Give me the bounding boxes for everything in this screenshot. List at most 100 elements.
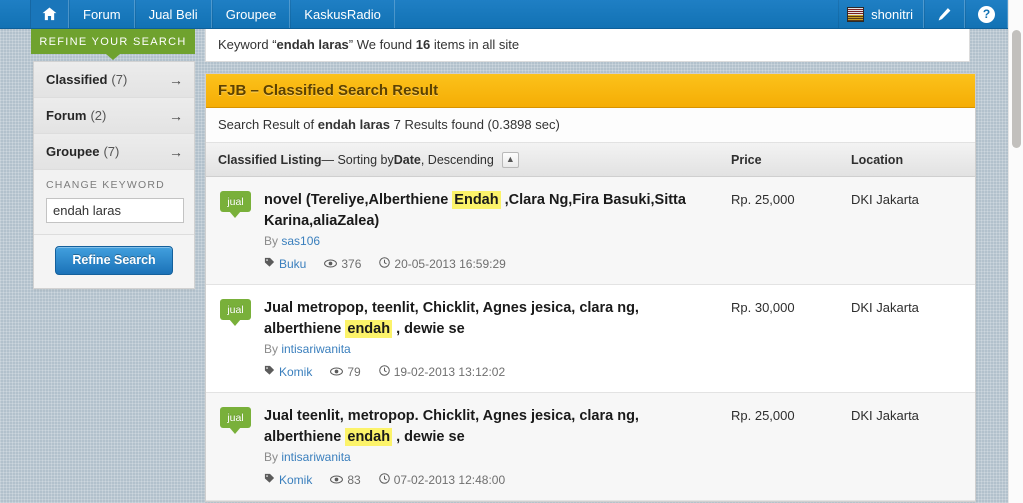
listing-meta: Buku 376 20-05-2013 16:59:29 bbox=[264, 257, 719, 271]
sidebar-item-count: (7) bbox=[103, 144, 120, 159]
keyword-suffix: items in all site bbox=[430, 37, 520, 52]
page-body: REFINE YOUR SEARCH Classified (7) → Foru… bbox=[0, 29, 1008, 503]
nav-item-label: Groupee bbox=[225, 6, 277, 22]
tag-icon bbox=[264, 365, 275, 379]
summary-prefix: Search Result of bbox=[218, 117, 318, 132]
nav-item-jual-beli[interactable]: Jual Beli bbox=[134, 0, 212, 28]
jual-badge: jual bbox=[220, 299, 251, 327]
views-count: 79 bbox=[347, 365, 361, 380]
tag-link[interactable]: Komik bbox=[279, 365, 312, 379]
clock-icon bbox=[378, 365, 390, 379]
eye-icon bbox=[330, 365, 344, 379]
nav-item-label: KaskusRadio bbox=[304, 6, 381, 22]
listing-title[interactable]: Jual teenlit, metropop. Chicklit, Agnes … bbox=[264, 406, 719, 448]
nav-item-forum[interactable]: Forum bbox=[69, 0, 135, 28]
listing-row[interactable]: jual Jual metropop, teenlit, Chicklit, A… bbox=[206, 285, 975, 394]
pencil-icon bbox=[937, 7, 952, 22]
user-menu[interactable]: shonitri bbox=[838, 0, 924, 28]
listing-title[interactable]: Jual metropop, teenlit, Chicklit, Agnes … bbox=[264, 298, 719, 340]
sidebar-item-forum[interactable]: Forum (2) → bbox=[34, 98, 194, 134]
views-count: 376 bbox=[341, 257, 362, 272]
change-keyword-label: CHANGE KEYWORD bbox=[46, 179, 165, 191]
sidebar-item-groupee[interactable]: Groupee (7) → bbox=[34, 134, 194, 170]
listing-meta: Komik 79 19-02-2013 13:12:02 bbox=[264, 365, 719, 379]
sidebar: REFINE YOUR SEARCH Classified (7) → Foru… bbox=[31, 29, 195, 289]
keyword-prefix: Keyword “ bbox=[218, 37, 277, 52]
sidebar-item-count: (2) bbox=[90, 108, 107, 123]
author-link[interactable]: sas106 bbox=[281, 234, 320, 248]
refine-header-label: REFINE YOUR SEARCH bbox=[39, 35, 187, 48]
title-highlight: Endah bbox=[452, 191, 501, 209]
listing-date: 07-02-2013 12:48:00 bbox=[393, 473, 506, 488]
views-count: 83 bbox=[347, 473, 361, 488]
nav-item-groupee[interactable]: Groupee bbox=[211, 0, 291, 28]
clock-icon bbox=[379, 257, 391, 271]
listing-meta: Komik 83 07-02-2013 12:48:00 bbox=[264, 473, 719, 487]
result-summary: Search Result of endah laras 7 Results f… bbox=[206, 108, 975, 143]
badge-cell: jual bbox=[206, 298, 264, 379]
nav-item-label: Forum bbox=[83, 6, 121, 22]
arrow-right-icon: → bbox=[169, 143, 183, 160]
sidebar-item-classified[interactable]: Classified (7) → bbox=[34, 62, 194, 98]
badge-cell: jual bbox=[206, 406, 264, 487]
main-content: Keyword “endah laras” We found 16 items … bbox=[205, 29, 976, 503]
eye-icon bbox=[330, 473, 344, 487]
listing-price: Rp. 25,000 bbox=[731, 192, 795, 207]
sorting-text: — Sorting by bbox=[321, 152, 394, 167]
listing-column-header: Classified Listing — Sorting by Date, De… bbox=[206, 143, 975, 177]
title-part-2: , dewie se bbox=[392, 321, 465, 338]
compose-button[interactable] bbox=[924, 0, 965, 28]
navbar-right-group: shonitri ? bbox=[838, 0, 1008, 28]
sidebar-item-count: (7) bbox=[111, 72, 128, 87]
keyword-input[interactable] bbox=[46, 198, 184, 223]
nav-item-kaskusradio[interactable]: KaskusRadio bbox=[290, 0, 395, 28]
tag-link[interactable]: Buku bbox=[279, 257, 306, 271]
listing-location: DKI Jakarta bbox=[851, 300, 919, 316]
arrow-right-icon: → bbox=[169, 107, 183, 124]
chevron-up-icon[interactable]: ▲ bbox=[501, 151, 519, 168]
listing-row[interactable]: jual Jual teenlit, metropop. Chicklit, A… bbox=[206, 393, 975, 502]
listing-author-line: By intisariwanita bbox=[264, 342, 719, 356]
jual-badge: jual bbox=[220, 191, 251, 218]
tag-link[interactable]: Komik bbox=[279, 473, 312, 487]
listing-title[interactable]: novel (Tereliye,Alberthiene Endah ,Clara… bbox=[264, 190, 719, 232]
listing-info: novel (Tereliye,Alberthiene Endah ,Clara… bbox=[264, 190, 731, 271]
listing-author-line: By sas106 bbox=[264, 234, 719, 248]
nav-item-label: Jual Beli bbox=[148, 6, 198, 22]
summary-suffix: 7 Results found (0.3898 sec) bbox=[389, 117, 560, 132]
scrollbar-thumb[interactable] bbox=[1012, 30, 1021, 148]
refine-your-search-header[interactable]: REFINE YOUR SEARCH bbox=[31, 29, 195, 60]
help-button[interactable]: ? bbox=[965, 0, 1008, 28]
refine-button-container: Refine Search bbox=[34, 235, 194, 288]
keyword-summary-bar: Keyword “endah laras” We found 16 items … bbox=[205, 29, 970, 62]
column-header-price: Price bbox=[731, 152, 762, 167]
tag-icon bbox=[264, 257, 275, 271]
nav-home-button[interactable] bbox=[30, 0, 69, 28]
refine-search-button[interactable]: Refine Search bbox=[55, 246, 173, 275]
listing-row[interactable]: jual novel (Tereliye,Alberthiene Endah ,… bbox=[206, 177, 975, 286]
views-group: 79 bbox=[330, 365, 361, 380]
username-label: shonitri bbox=[871, 6, 913, 22]
author-link[interactable]: intisariwanita bbox=[281, 342, 350, 356]
title-highlight: endah bbox=[345, 428, 393, 447]
sidebar-item-label: Forum bbox=[46, 108, 87, 123]
tag-icon bbox=[264, 473, 275, 487]
avatar bbox=[847, 6, 865, 22]
sidebar-item-label: Classified bbox=[46, 72, 108, 87]
panel-title: FJB – Classified Search Result bbox=[206, 74, 975, 108]
badge-cell: jual bbox=[206, 190, 264, 271]
browser-scrollbar[interactable] bbox=[1008, 0, 1023, 503]
title-highlight: endah bbox=[345, 320, 393, 339]
author-link[interactable]: intisariwanita bbox=[281, 450, 350, 464]
results-panel: FJB – Classified Search Result Search Re… bbox=[205, 73, 976, 503]
views-group: 83 bbox=[330, 473, 361, 488]
panel-title-label: FJB – Classified Search Result bbox=[218, 82, 439, 99]
date-group: 19-02-2013 13:12:02 bbox=[378, 365, 506, 380]
listing-price: Rp. 30,000 bbox=[731, 300, 795, 316]
jual-badge: jual bbox=[220, 407, 251, 435]
listing-date: 19-02-2013 13:12:02 bbox=[393, 365, 506, 380]
by-label: By bbox=[264, 450, 282, 465]
clock-icon bbox=[378, 473, 390, 487]
date-group: 20-05-2013 16:59:29 bbox=[379, 257, 506, 271]
sort-field-label: Date bbox=[393, 152, 421, 167]
